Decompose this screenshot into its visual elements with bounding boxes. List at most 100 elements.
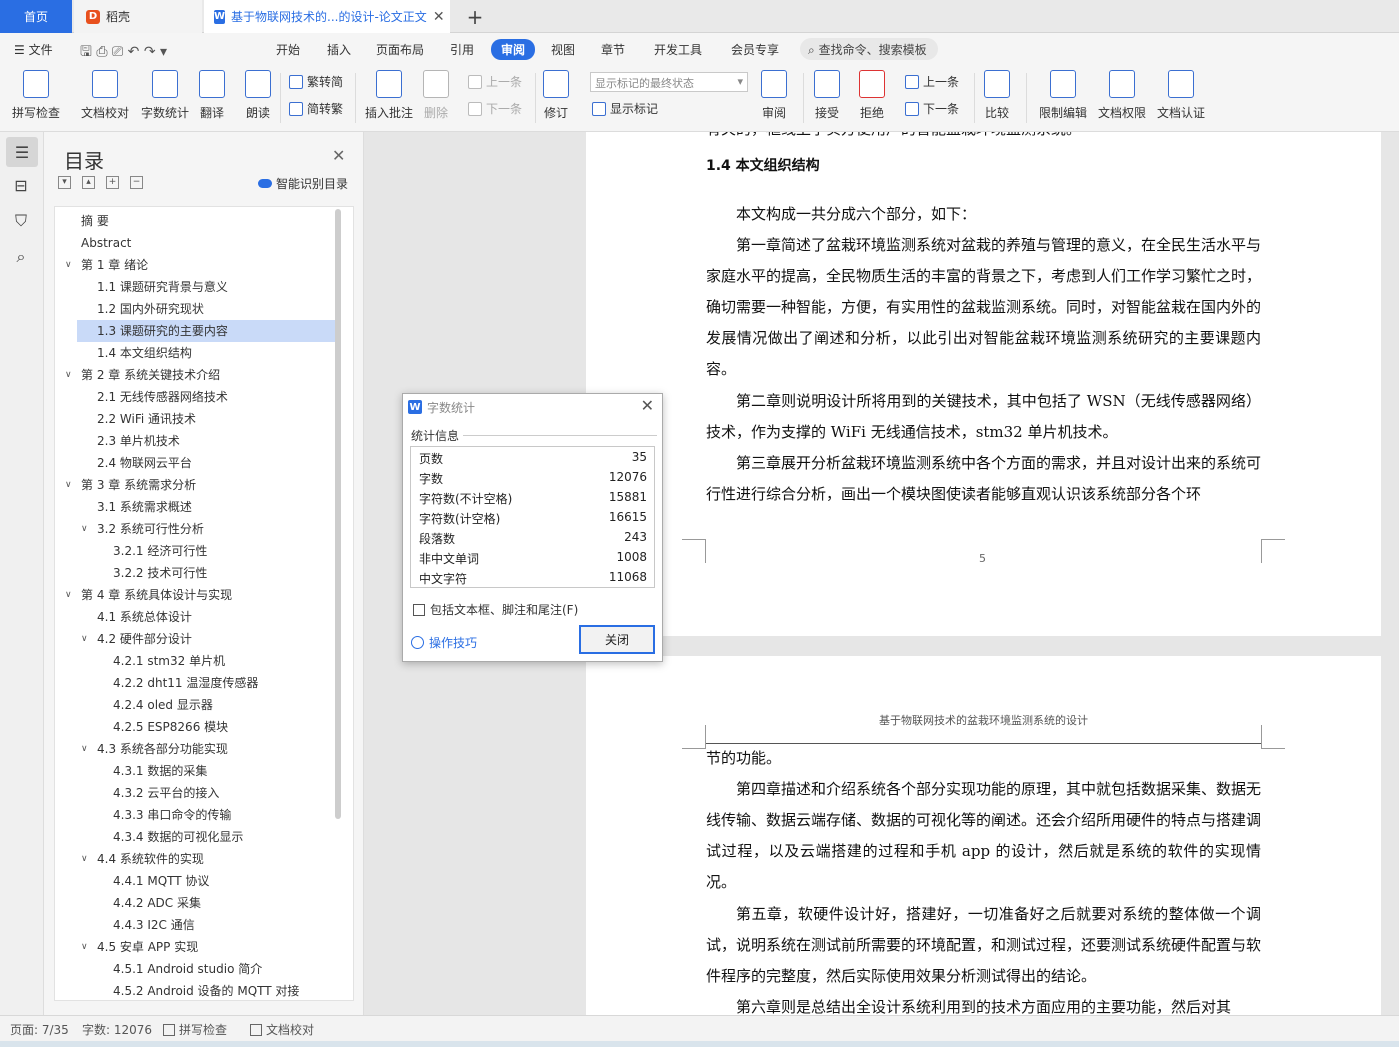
- toc-item[interactable]: 1.1 课题研究背景与意义: [55, 276, 335, 298]
- track-changes-button[interactable]: 修订: [543, 70, 569, 121]
- menu-page-layout[interactable]: 页面布局: [376, 41, 424, 58]
- toc-item[interactable]: ∨ 第 2 章 系统关键技术介绍: [55, 364, 335, 386]
- review-pane-button[interactable]: 审阅: [761, 70, 787, 121]
- toc-item[interactable]: ∨ 第 3 章 系统需求分析: [55, 474, 335, 496]
- toc-item[interactable]: 4.2.5 ESP8266 模块: [55, 716, 335, 738]
- menu-developer[interactable]: 开发工具: [654, 41, 702, 58]
- page-indicator[interactable]: 页面: 7/35: [10, 1021, 69, 1038]
- tab-document[interactable]: W 基于物联网技术的...的设计-论文正文 ✕: [204, 0, 450, 33]
- close-icon[interactable]: ✕: [332, 146, 345, 165]
- restrict-edit-button[interactable]: 限制编辑: [1039, 70, 1087, 121]
- file-menu[interactable]: ☰ 文件: [14, 41, 53, 58]
- remove-heading-icon[interactable]: −: [130, 176, 143, 189]
- next-comment-button[interactable]: 下一条: [468, 100, 522, 117]
- toc-item[interactable]: 2.1 无线传感器网络技术: [55, 386, 335, 408]
- menu-review[interactable]: 审阅: [491, 39, 536, 60]
- toc-item[interactable]: 2.4 物联网云平台: [55, 452, 335, 474]
- toc-item[interactable]: 1.4 本文组织结构: [55, 342, 335, 364]
- tab-daoke[interactable]: D 稻壳: [74, 0, 202, 33]
- toc-item[interactable]: 摘 要: [55, 210, 335, 232]
- close-tab-icon[interactable]: ✕: [433, 9, 445, 25]
- toc-item[interactable]: ∨ 4.4 系统软件的实现: [55, 848, 335, 870]
- doc-certify-button[interactable]: 文档认证: [1157, 70, 1205, 121]
- toc-item[interactable]: 4.1 系统总体设计: [55, 606, 335, 628]
- prev-change-button[interactable]: 上一条: [905, 73, 959, 90]
- chevron-down-icon[interactable]: ∨: [81, 848, 88, 870]
- command-search[interactable]: ⌕ 查找命令、搜索模板: [800, 38, 938, 60]
- toc-item[interactable]: 1.3 课题研究的主要内容: [77, 320, 335, 342]
- collapse-all-icon[interactable]: ▾: [58, 176, 71, 189]
- smart-toc-button[interactable]: 智能识别目录: [258, 175, 348, 192]
- chevron-down-icon[interactable]: ∨: [65, 584, 72, 606]
- read-aloud-button[interactable]: 朗读: [245, 70, 271, 121]
- toc-item[interactable]: ∨ 3.2 系统可行性分析: [55, 518, 335, 540]
- next-change-button[interactable]: 下一条: [905, 100, 959, 117]
- find-icon[interactable]: ⌕: [10, 246, 32, 268]
- chevron-down-icon[interactable]: ∨: [65, 364, 72, 386]
- toc-item[interactable]: Abstract: [55, 232, 335, 254]
- menu-reference[interactable]: 引用: [450, 41, 474, 58]
- simp-to-trad-button[interactable]: 简转繁: [289, 100, 343, 117]
- chevron-down-icon[interactable]: ∨: [81, 936, 88, 958]
- expand-level-icon[interactable]: ▴: [82, 176, 95, 189]
- toc-panel-icon[interactable]: ☰: [6, 137, 38, 167]
- toc-item[interactable]: 4.5.1 Android studio 简介: [55, 958, 335, 980]
- accept-button[interactable]: 接受: [814, 70, 840, 121]
- toc-item[interactable]: ∨ 4.2 硬件部分设计: [55, 628, 335, 650]
- spell-check-button[interactable]: 拼写检查: [12, 70, 60, 121]
- prev-comment-button[interactable]: 上一条: [468, 73, 522, 90]
- add-heading-icon[interactable]: +: [106, 176, 119, 189]
- toc-item[interactable]: 3.2.1 经济可行性: [55, 540, 335, 562]
- toc-item[interactable]: 4.3.1 数据的采集: [55, 760, 335, 782]
- toc-item[interactable]: 3.1 系统需求概述: [55, 496, 335, 518]
- chevron-down-icon[interactable]: ∨: [81, 518, 88, 540]
- translate-button[interactable]: 翻译: [199, 70, 225, 121]
- chevron-down-icon[interactable]: ∨: [65, 474, 72, 496]
- reject-button[interactable]: 拒绝: [859, 70, 885, 121]
- menu-insert[interactable]: 插入: [327, 41, 351, 58]
- doc-proof-toggle[interactable]: 文档校对: [250, 1021, 314, 1038]
- toc-item[interactable]: 4.2.4 oled 显示器: [55, 694, 335, 716]
- chevron-down-icon[interactable]: ∨: [81, 628, 88, 650]
- toc-item[interactable]: ∨ 4.5 安卓 APP 实现: [55, 936, 335, 958]
- show-markup-button[interactable]: 显示标记: [592, 100, 658, 117]
- menu-member[interactable]: 会员专享: [731, 41, 779, 58]
- toc-item[interactable]: ∨ 4.3 系统各部分功能实现: [55, 738, 335, 760]
- toc-item[interactable]: 4.2.2 dht11 温湿度传感器: [55, 672, 335, 694]
- menu-chapter[interactable]: 章节: [601, 41, 625, 58]
- word-count-indicator[interactable]: 字数: 12076: [82, 1021, 152, 1038]
- toc-item[interactable]: 2.2 WiFi 通讯技术: [55, 408, 335, 430]
- chevron-down-icon[interactable]: ∨: [81, 738, 88, 760]
- bookmark-icon[interactable]: ⛉: [10, 210, 32, 232]
- trad-to-simp-button[interactable]: 繁转简: [289, 73, 343, 90]
- toc-item[interactable]: 4.3.2 云平台的接入: [55, 782, 335, 804]
- toc-item[interactable]: 3.2.2 技术可行性: [55, 562, 335, 584]
- tips-link[interactable]: 操作技巧: [411, 634, 477, 651]
- compare-button[interactable]: 比较: [984, 70, 1010, 121]
- word-count-button[interactable]: 字数统计: [141, 70, 189, 121]
- toc-item[interactable]: 4.4.2 ADC 采集: [55, 892, 335, 914]
- tab-home[interactable]: 首页: [0, 0, 72, 33]
- toc-item[interactable]: ∨ 第 1 章 绪论: [55, 254, 335, 276]
- toc-scrollbar[interactable]: [335, 209, 341, 819]
- menu-start[interactable]: 开始: [276, 41, 300, 58]
- delete-comment-button[interactable]: 删除: [423, 70, 449, 121]
- insert-comment-button[interactable]: 插入批注: [365, 70, 413, 121]
- quick-access-icons[interactable]: 🖫 ⎙ ⎚ ↶ ↷ ▾: [80, 41, 167, 65]
- close-button[interactable]: 关闭: [579, 625, 655, 654]
- doc-permission-button[interactable]: 文档权限: [1098, 70, 1146, 121]
- toc-item[interactable]: ∨ 第 4 章 系统具体设计与实现: [55, 584, 335, 606]
- toc-item[interactable]: 4.5.2 Android 设备的 MQTT 对接: [55, 980, 335, 1002]
- toc-item[interactable]: 4.3.3 串口命令的传输: [55, 804, 335, 826]
- toc-item[interactable]: 4.3.4 数据的可视化显示: [55, 826, 335, 848]
- close-icon[interactable]: ✕: [641, 396, 654, 415]
- navigation-icon[interactable]: ⊟: [10, 174, 32, 196]
- spell-check-toggle[interactable]: 拼写检查: [163, 1021, 227, 1038]
- doc-proof-button[interactable]: 文档校对: [81, 70, 129, 121]
- chevron-down-icon[interactable]: ∨: [65, 254, 72, 276]
- toc-item[interactable]: 1.2 国内外研究现状: [55, 298, 335, 320]
- toc-item[interactable]: 4.4.3 I2C 通信: [55, 914, 335, 936]
- markup-mode-select[interactable]: 显示标记的最终状态 ▾: [590, 72, 748, 92]
- new-tab-button[interactable]: +: [460, 0, 490, 33]
- include-textbox-checkbox[interactable]: 包括文本框、脚注和尾注(F): [413, 601, 578, 618]
